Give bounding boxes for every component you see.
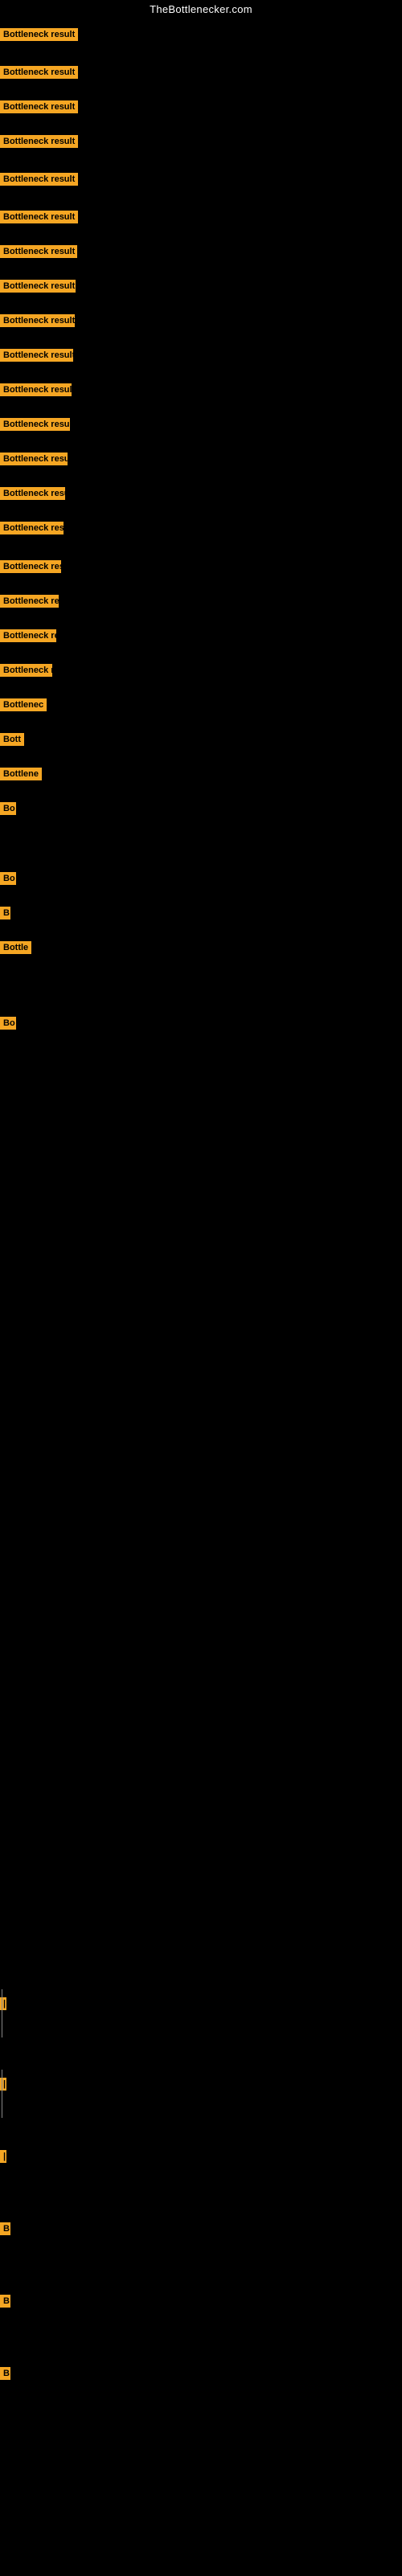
bottleneck-label: B [0, 2367, 10, 2380]
bottleneck-row: Bottleneck result [0, 135, 78, 152]
bottleneck-row: Bottleneck result [0, 522, 64, 539]
bottleneck-label: B [0, 2295, 10, 2308]
bottleneck-row: B [0, 2222, 10, 2239]
bottleneck-label: Bottleneck result [0, 418, 70, 431]
bottleneck-label: Bottleneck result [0, 173, 78, 186]
bottleneck-label: Bottleneck result [0, 314, 75, 327]
bottleneck-row: Bottleneck re [0, 595, 59, 612]
bottleneck-label: Bottleneck result [0, 135, 78, 148]
bottleneck-label: Bo [0, 802, 16, 815]
bottleneck-row: Bottleneck result [0, 314, 75, 331]
bottleneck-row: Bottleneck result [0, 245, 77, 262]
bottleneck-label: Bott [0, 733, 24, 746]
bottleneck-label: Bottleneck r [0, 664, 52, 677]
bottleneck-label: Bottleneck result [0, 211, 78, 223]
bottleneck-row: Bottleneck result [0, 28, 78, 45]
bottleneck-label: Bottleneck result [0, 66, 78, 79]
bottleneck-label: Bottleneck result [0, 453, 68, 465]
bottleneck-label: Bottleneck re [0, 629, 56, 642]
bottleneck-label: Bottleneck result [0, 349, 73, 362]
bottleneck-row: Bottleneck result [0, 280, 76, 297]
bottleneck-label: Bottlene [0, 768, 42, 780]
bottleneck-label: Bottlenec [0, 698, 47, 711]
bottleneck-label: Bottleneck re [0, 595, 59, 608]
bottleneck-row: Bo [0, 802, 16, 819]
bottleneck-label: Bottleneck result [0, 280, 76, 293]
bottleneck-row: Bottleneck result [0, 453, 68, 469]
bottleneck-row: B [0, 2367, 10, 2384]
bottleneck-label: Bottleneck result [0, 560, 61, 573]
bottleneck-label: Bo [0, 1017, 16, 1030]
bottleneck-row: Bottlenec [0, 698, 47, 715]
bottleneck-row: Bottleneck result [0, 349, 73, 366]
bottleneck-label: Bottleneck result [0, 245, 77, 258]
bottleneck-label: Bottleneck result [0, 487, 65, 500]
bottleneck-row: | [0, 2150, 6, 2167]
bottleneck-label: Bottle [0, 941, 31, 954]
bottleneck-row: Bottleneck r [0, 664, 52, 681]
bottleneck-row: B [0, 2295, 10, 2312]
bottleneck-label: Bo [0, 872, 16, 885]
bottleneck-label: B [0, 907, 10, 919]
bottleneck-label: B [0, 2222, 10, 2235]
bottleneck-label: Bottleneck result [0, 100, 78, 113]
bottleneck-row: Bott [0, 733, 24, 750]
bottleneck-row: Bottleneck re [0, 629, 56, 646]
bottleneck-row: Bottleneck result [0, 560, 61, 577]
bottleneck-row: Bottleneck result [0, 173, 78, 190]
bottleneck-row: Bo [0, 1017, 16, 1034]
site-title: TheBottlenecker.com [0, 0, 402, 20]
bottleneck-row: Bottleneck result [0, 487, 65, 504]
bottleneck-row: Bottleneck result [0, 66, 78, 83]
bottleneck-label: Bottleneck result [0, 28, 78, 41]
bottleneck-row: Bottleneck result [0, 383, 72, 400]
bottleneck-row: Bottle [0, 941, 31, 958]
bottleneck-row: Bo [0, 872, 16, 889]
bottleneck-label: Bottleneck result [0, 522, 64, 534]
bottleneck-row: Bottleneck result [0, 418, 70, 435]
bottleneck-label: | [0, 2150, 6, 2163]
bottleneck-row: B [0, 907, 10, 924]
bottleneck-row: Bottleneck result [0, 100, 78, 117]
bottleneck-row: Bottlene [0, 768, 42, 784]
bottleneck-label: Bottleneck result [0, 383, 72, 396]
bottleneck-row: Bottleneck result [0, 211, 78, 227]
